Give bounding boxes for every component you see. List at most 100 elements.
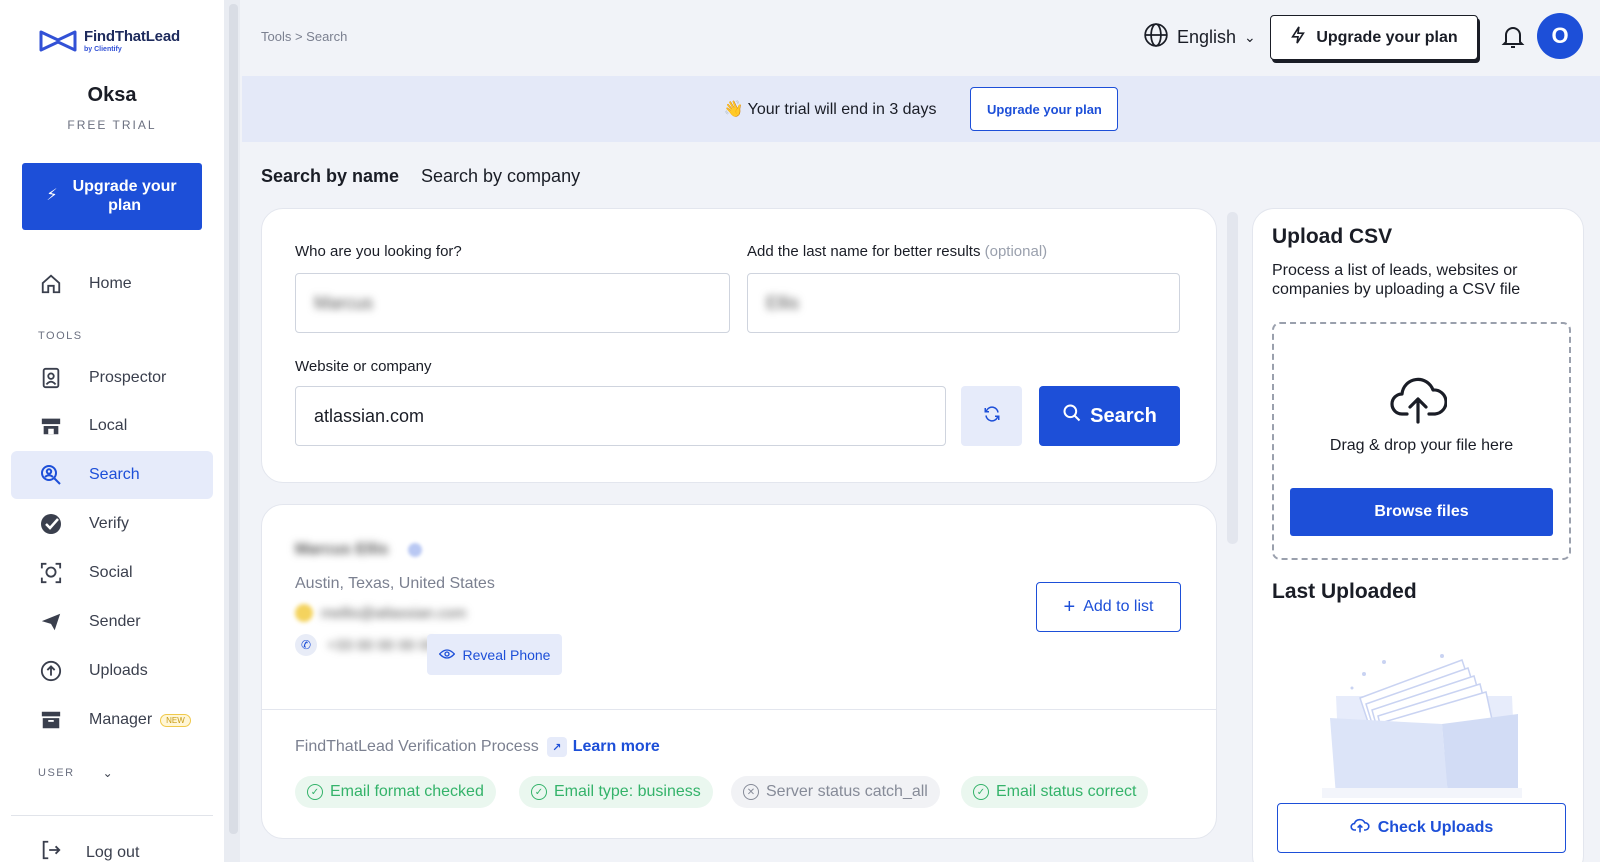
first-name-input[interactable]: Marcus: [295, 273, 730, 333]
check-uploads-label: Check Uploads: [1377, 819, 1494, 836]
upload-csv-title: Upload CSV: [1272, 225, 1393, 248]
sidebar-item-label: Search: [89, 466, 140, 483]
sidebar-item-verify[interactable]: Verify: [11, 500, 213, 548]
first-name-value: Marcus: [314, 292, 374, 313]
search-button-label: Search: [1090, 404, 1157, 427]
avatar[interactable]: O: [1537, 13, 1583, 59]
check-circle-icon: ✓: [531, 784, 547, 800]
last-uploaded-title: Last Uploaded: [1272, 580, 1417, 603]
verification-title: FindThatLead Verification Process ↗ Lear…: [295, 737, 660, 757]
tools-section-label: TOOLS: [38, 330, 83, 342]
browse-files-button[interactable]: Browse files: [1290, 488, 1553, 536]
language-selector[interactable]: English ⌄: [1143, 22, 1256, 53]
language-label: English: [1177, 27, 1237, 47]
logout-button[interactable]: Log out: [40, 839, 139, 862]
company-input[interactable]: atlassian.com: [295, 386, 946, 446]
sidebar-item-search[interactable]: Search: [11, 451, 213, 499]
new-badge: NEW: [160, 713, 191, 727]
bolt-icon: [1290, 26, 1306, 49]
breadcrumb: Tools > Search: [261, 29, 348, 44]
sidebar-item-label: Social: [89, 564, 133, 581]
search-button[interactable]: Search: [1039, 386, 1180, 446]
sidebar-item-prospector[interactable]: Prospector: [11, 354, 213, 402]
last-name-input[interactable]: Ellis: [747, 273, 1180, 333]
user-section-toggle[interactable]: USER ⌄: [38, 766, 114, 780]
search-person-icon: [38, 462, 64, 488]
last-name-value: Ellis: [766, 292, 800, 313]
sidebar-item-uploads[interactable]: Uploads: [11, 647, 213, 695]
logout-icon: [40, 839, 62, 862]
sidebar-upgrade-button[interactable]: ⚡︎ Upgrade your plan: [22, 163, 202, 230]
add-to-list-label: Add to list: [1083, 598, 1154, 615]
check-chip-email-format: ✓ Email format checked: [295, 776, 496, 808]
check-uploads-button[interactable]: Check Uploads: [1277, 803, 1566, 853]
user-section-label: USER: [38, 767, 75, 779]
sidebar-scrollbar[interactable]: [229, 4, 238, 834]
sidebar-item-manager[interactable]: Manager NEW: [11, 696, 213, 744]
learn-more-label: Learn more: [572, 738, 660, 755]
brand-logo[interactable]: FindThatLead by Clientify: [38, 27, 180, 55]
sidebar-item-label: Home: [89, 275, 132, 292]
check-chip-label: Email format checked: [330, 783, 484, 800]
cloud-upload-icon: [1350, 818, 1370, 839]
wave-emoji-icon: 👋: [723, 101, 744, 118]
plus-icon: +: [1063, 595, 1076, 618]
reveal-phone-button[interactable]: Reveal Phone: [427, 634, 562, 675]
check-chip-server-status: ✕ Server status catch_all: [731, 776, 940, 808]
check-badge-icon: [38, 511, 64, 537]
upload-csv-description: Process a list of leads, websites or com…: [1272, 262, 1521, 298]
topbar-upgrade-button[interactable]: Upgrade your plan: [1270, 15, 1478, 60]
check-chip-label: Email type: business: [554, 783, 701, 800]
sidebar-item-label: Prospector: [89, 369, 167, 386]
sidebar-item-social[interactable]: Social: [11, 549, 213, 597]
id-badge-icon: [38, 365, 64, 391]
sidebar-item-local[interactable]: Local: [11, 402, 213, 450]
last-name-label: Add the last name for better results (op…: [747, 243, 1047, 260]
reveal-phone-label: Reveal Phone: [462, 646, 551, 663]
home-icon: [38, 271, 64, 297]
banner-upgrade-button[interactable]: Upgrade your plan: [970, 87, 1119, 131]
topbar-upgrade-label: Upgrade your plan: [1316, 28, 1458, 46]
sidebar-divider: [11, 815, 213, 816]
paper-plane-icon: [38, 609, 64, 635]
check-circle-icon: ✓: [973, 784, 989, 800]
check-chip-email-status: ✓ Email status correct: [961, 776, 1149, 808]
phone-icon: ✆: [295, 634, 317, 656]
tab-search-by-name[interactable]: Search by name: [261, 166, 399, 187]
face-scan-icon: [38, 560, 64, 586]
chevron-down-icon: ⌄: [102, 766, 115, 780]
sidebar-item-label: Uploads: [89, 662, 148, 679]
main-scrollbar[interactable]: [1227, 212, 1238, 544]
folder-files-illustration: [1322, 654, 1522, 798]
learn-more-link[interactable]: ↗ Learn more: [546, 737, 660, 757]
sidebar: FindThatLead by Clientify Oksa FREE TRIA…: [0, 0, 224, 862]
sidebar-item-home[interactable]: Home: [11, 260, 213, 308]
external-link-icon: ↗: [546, 737, 567, 757]
notifications-bell-icon[interactable]: [1501, 24, 1525, 50]
chevron-down-icon: ⌄: [1244, 29, 1256, 45]
optional-hint: (optional): [984, 243, 1048, 260]
last-name-label-text: Add the last name for better results: [747, 243, 981, 260]
brand-name: FindThatLead: [84, 28, 180, 45]
sidebar-upgrade-label: Upgrade your plan: [72, 178, 177, 214]
trial-banner-text: 👋 Your trial will end in 3 days: [724, 99, 937, 119]
result-phone: ✆ +33 00 00 00 00: [295, 634, 436, 656]
refresh-button[interactable]: [961, 386, 1022, 446]
company-label: Website or company: [295, 358, 432, 375]
trial-banner: 👋 Your trial will end in 3 days Upgrade …: [242, 76, 1600, 142]
cloud-upload-icon: [1390, 377, 1447, 424]
check-chip-label: Server status catch_all: [766, 783, 928, 800]
sidebar-item-sender[interactable]: Sender: [11, 598, 213, 646]
result-email-value: mellis@atlassian.com: [321, 604, 467, 622]
eye-icon: [438, 647, 455, 663]
archive-box-icon: [38, 707, 64, 733]
add-to-list-button[interactable]: + Add to list: [1036, 582, 1181, 632]
trial-message: Your trial will end in 3 days: [747, 101, 937, 118]
bolt-icon: ⚡︎: [46, 187, 58, 205]
verified-icon: [408, 543, 422, 557]
globe-icon: [1143, 22, 1169, 53]
findthatlead-logo-icon: [39, 30, 77, 52]
result-phone-value: +33 00 00 00 00: [327, 636, 436, 654]
user-plan: FREE TRIAL: [67, 118, 157, 132]
tab-search-by-company[interactable]: Search by company: [421, 166, 580, 187]
